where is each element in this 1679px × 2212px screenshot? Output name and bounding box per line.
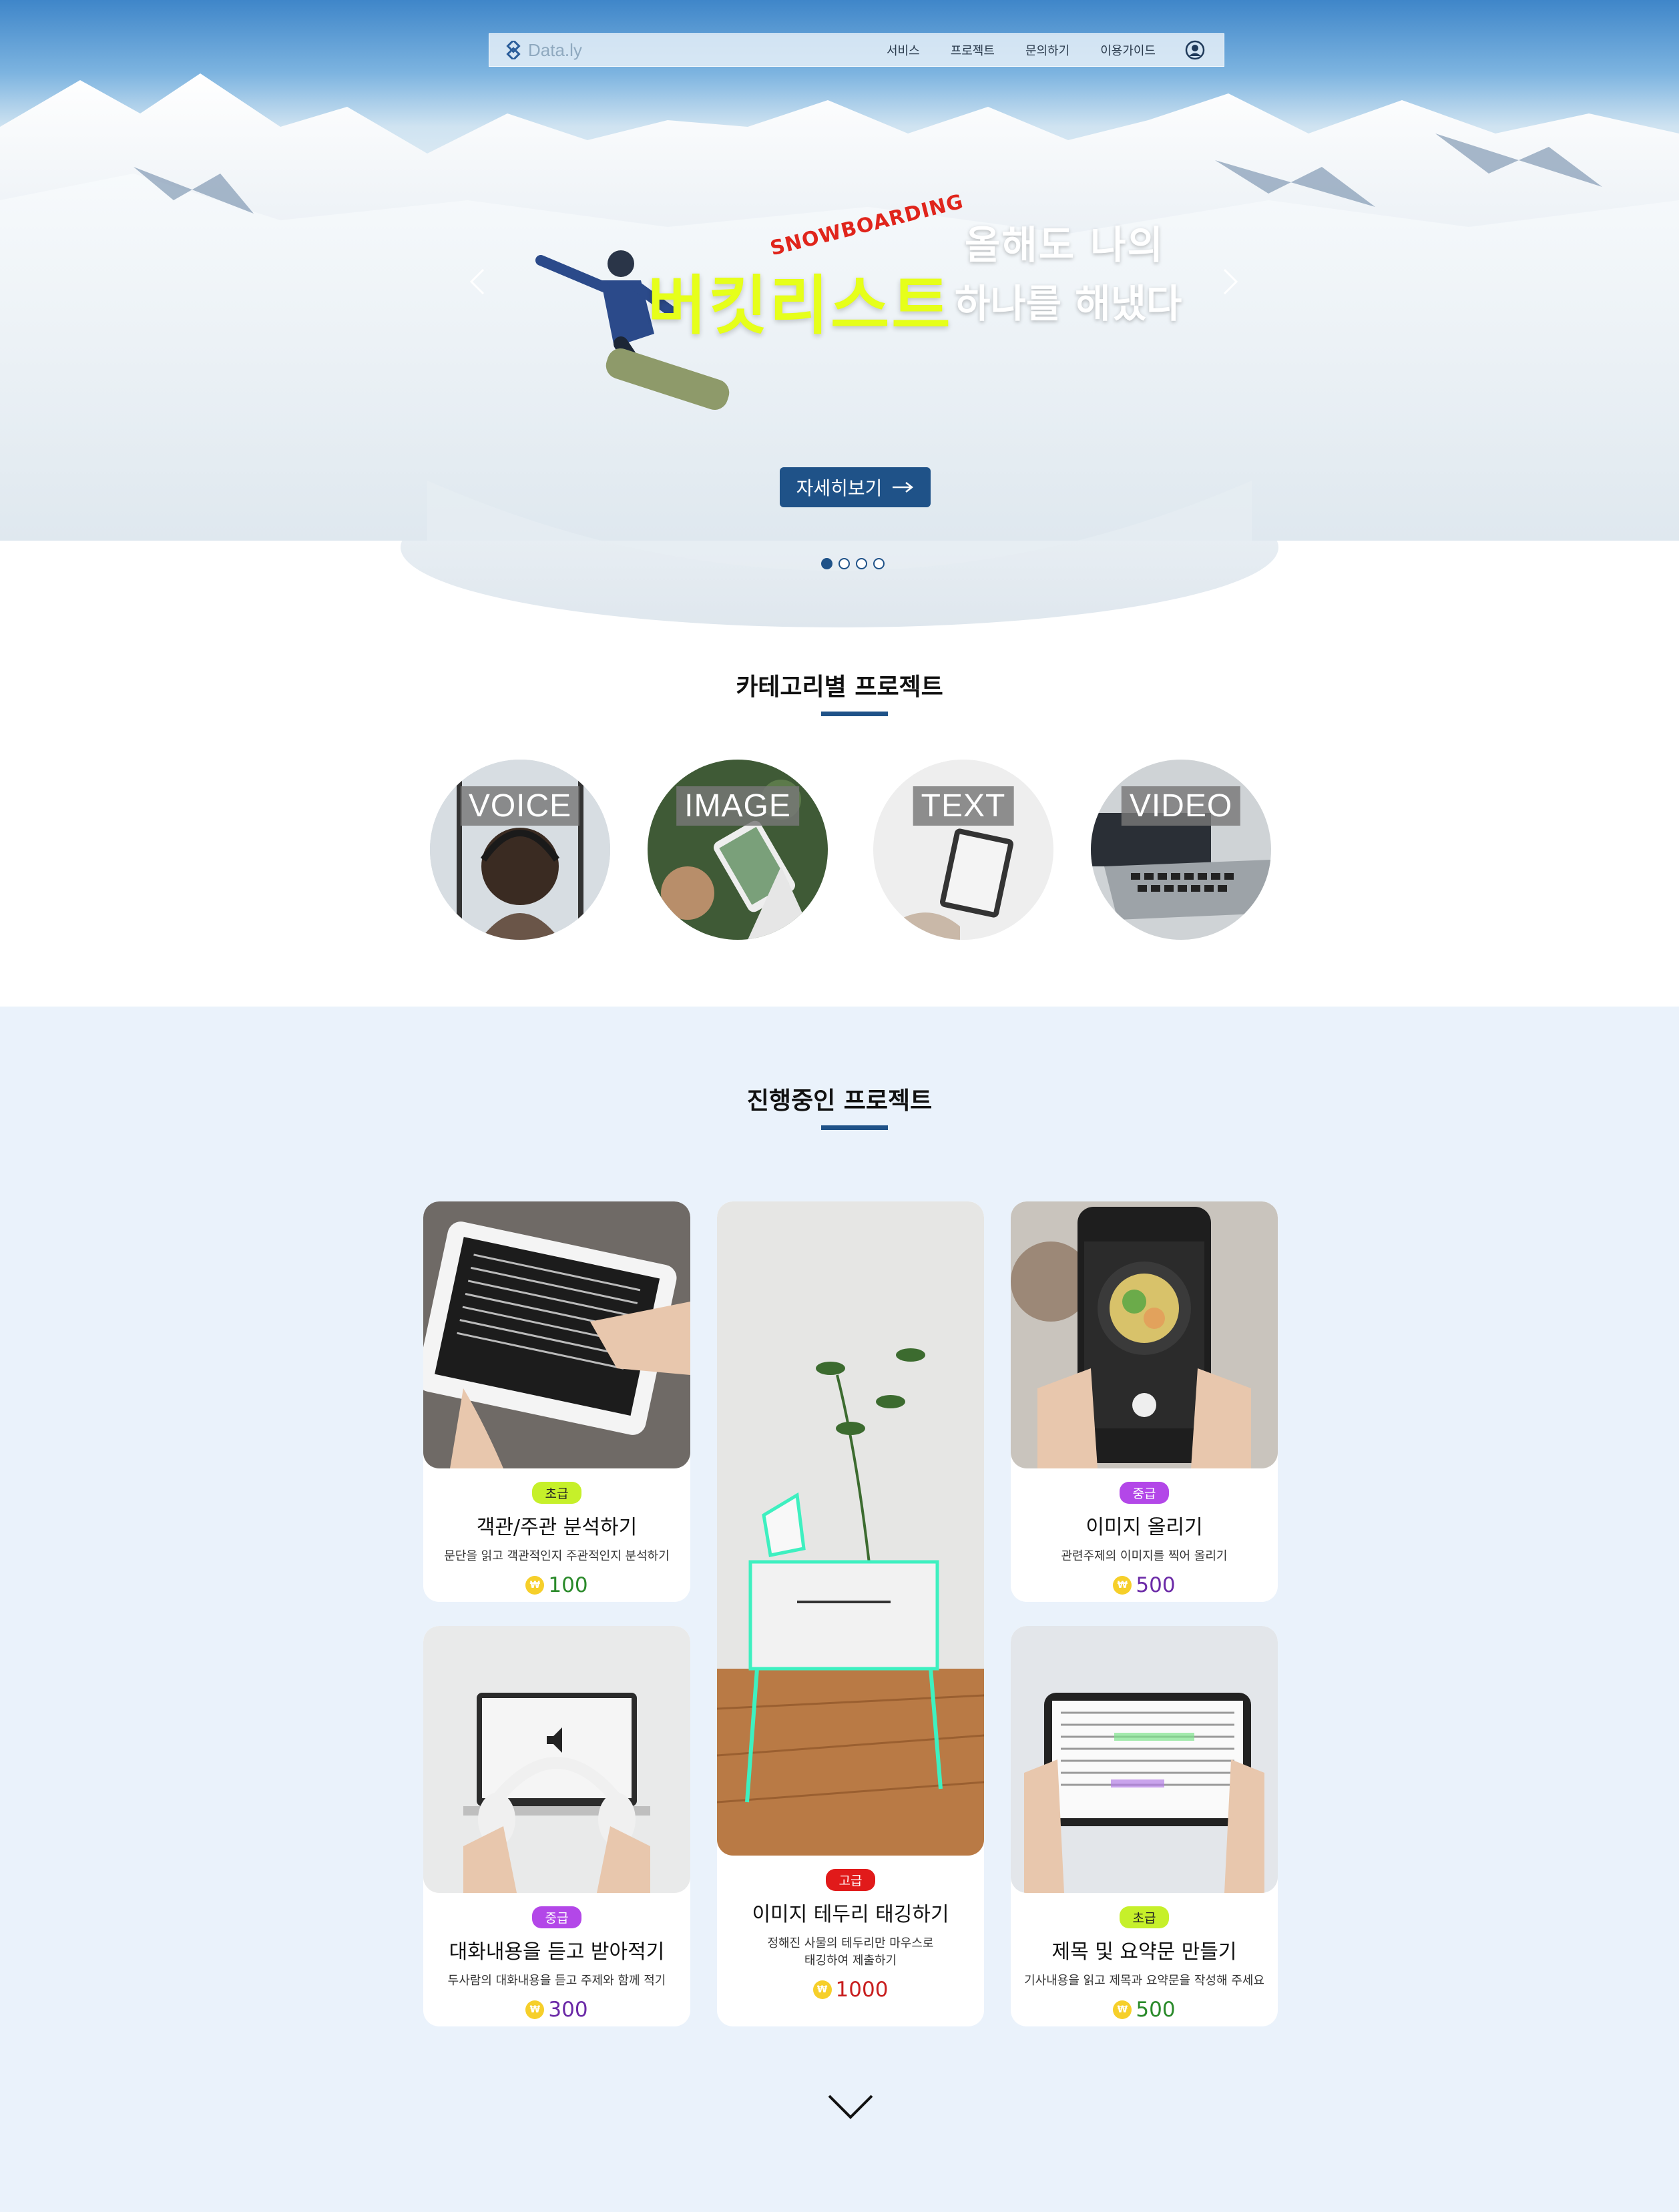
- tablet-article-photo: [1011, 1626, 1278, 1893]
- category-title-underline: [821, 712, 888, 716]
- level-badge: 초급: [1119, 1906, 1170, 1928]
- category-text-label: TEXT: [913, 786, 1014, 826]
- card-image: [717, 1201, 984, 1856]
- card-body: 중급 이미지 올리기 관련주제의 이미지를 찍어 올리기 ₩ 500: [1011, 1482, 1278, 1597]
- category-video[interactable]: VIDEO: [1091, 760, 1271, 940]
- phone-food-photo: [1011, 1201, 1278, 1468]
- project-card[interactable]: 중급 대화내용을 듣고 받아적기 두사람의 대화내용을 듣고 주제와 함께 적기…: [423, 1626, 690, 2026]
- coin-icon: ₩: [525, 1576, 545, 1595]
- arrow-right-icon: [893, 482, 914, 493]
- card-title: 대화내용을 듣고 받아적기: [449, 1940, 665, 1964]
- card-title: 이미지 올리기: [1086, 1516, 1203, 1539]
- level-badge: 초급: [531, 1482, 582, 1504]
- chevron-left-icon[interactable]: [467, 267, 487, 296]
- category-voice[interactable]: VOICE: [430, 760, 610, 940]
- hero-line1: 올해도 나의: [965, 222, 1164, 268]
- card-image: [1011, 1626, 1278, 1893]
- chevron-right-icon[interactable]: [1220, 267, 1240, 296]
- card-reward: ₩ 300: [423, 1998, 690, 2022]
- user-account-icon[interactable]: [1185, 40, 1205, 60]
- card-description: 문단을 읽고 객관적인지 주관적인지 분석하기: [444, 1549, 670, 1563]
- card-reward: ₩ 500: [1011, 1998, 1278, 2022]
- slide-dot[interactable]: [838, 558, 850, 569]
- laptop-headphones-photo: [423, 1626, 690, 1893]
- slide-dot[interactable]: [856, 558, 867, 569]
- category-voice-label: VOICE: [460, 786, 580, 826]
- card-image: [423, 1201, 690, 1468]
- projects-section-title: 진행중인 프로젝트: [746, 1087, 933, 1115]
- projects-section: 진행중인 프로젝트 초급 객관/주관 분석하기 문단을 읽고 객관적인지 주관적…: [0, 1007, 1679, 2212]
- coin-icon: ₩: [812, 1980, 832, 1999]
- coin-icon: ₩: [1113, 1576, 1132, 1595]
- hero-line2: 하나를 해냈다: [955, 281, 1182, 326]
- project-card[interactable]: 고급 이미지 테두리 태깅하기 정해진 사물의 테두리만 마우스로 태깅하여 제…: [717, 1201, 984, 2026]
- detail-button[interactable]: 자세히보기: [780, 467, 931, 507]
- hero-banner: Data.ly 서비스 프로젝트 문의하기 이용가이드 SNOWBOARDING…: [0, 0, 1679, 627]
- card-title: 제목 및 요약문 만들기: [1051, 1940, 1237, 1964]
- card-body: 고급 이미지 테두리 태깅하기 정해진 사물의 테두리만 마우스로 태깅하여 제…: [717, 1869, 984, 2002]
- slide-dot[interactable]: [873, 558, 885, 569]
- nav-item-guide[interactable]: 이용가이드: [1100, 41, 1156, 59]
- projects-title-underline: [821, 1125, 888, 1130]
- nav-item-project[interactable]: 프로젝트: [951, 41, 995, 59]
- detail-button-label: 자세히보기: [796, 477, 883, 499]
- coin-icon: ₩: [1113, 2000, 1132, 2019]
- level-badge: 고급: [825, 1869, 876, 1891]
- reward-points: 300: [548, 1998, 588, 2022]
- reward-points: 100: [548, 1573, 588, 1597]
- slide-indicator: [821, 558, 885, 569]
- level-badge: 중급: [1119, 1482, 1170, 1504]
- coin-icon: ₩: [525, 2000, 545, 2019]
- card-description: 정해진 사물의 테두리만 마우스로 태깅하여 제출하기: [717, 1935, 984, 1970]
- chevron-down-icon[interactable]: [826, 2093, 875, 2121]
- category-video-label: VIDEO: [1121, 786, 1241, 826]
- nav-item-service[interactable]: 서비스: [887, 41, 920, 59]
- card-body: 초급 제목 및 요약문 만들기 기사내용을 읽고 제목과 요약문을 작성해 주세…: [1011, 1906, 1278, 2022]
- card-description-line2: 태깅하여 제출하기: [804, 1954, 897, 1968]
- reward-points: 500: [1136, 1998, 1176, 2022]
- card-description: 기사내용을 읽고 제목과 요약문을 작성해 주세요: [1024, 1974, 1264, 1988]
- tablet-reading-photo: [423, 1201, 690, 1468]
- nav-menu: 서비스 프로젝트 문의하기 이용가이드: [856, 40, 1205, 60]
- card-title: 이미지 테두리 태깅하기: [752, 1903, 949, 1926]
- reward-points: 1000: [835, 1978, 889, 2002]
- hero-bucketlist: 버킷리스트: [648, 268, 953, 343]
- project-card[interactable]: 초급 객관/주관 분석하기 문단을 읽고 객관적인지 주관적인지 분석하기 ₩ …: [423, 1201, 690, 1602]
- card-description-line1: 정해진 사물의 테두리만 마우스로: [767, 1936, 934, 1950]
- logo-icon: [506, 41, 521, 59]
- slide-dot[interactable]: [821, 558, 832, 569]
- project-card[interactable]: 초급 제목 및 요약문 만들기 기사내용을 읽고 제목과 요약문을 작성해 주세…: [1011, 1626, 1278, 2026]
- nav-item-contact[interactable]: 문의하기: [1025, 41, 1069, 59]
- level-badge: 중급: [531, 1906, 582, 1928]
- card-reward: ₩ 500: [1011, 1573, 1278, 1597]
- card-description: 두사람의 대화내용을 듣고 주제와 함께 적기: [447, 1974, 666, 1988]
- project-card[interactable]: 중급 이미지 올리기 관련주제의 이미지를 찍어 올리기 ₩ 500: [1011, 1201, 1278, 1602]
- category-text[interactable]: TEXT: [873, 760, 1053, 940]
- category-image-label: IMAGE: [676, 786, 799, 826]
- logo-text: Data.ly: [528, 39, 582, 60]
- nightstand-photo: [717, 1201, 984, 1856]
- category-image[interactable]: IMAGE: [648, 760, 828, 940]
- card-description: 관련주제의 이미지를 찍어 올리기: [1061, 1549, 1228, 1563]
- hero-tag: SNOWBOARDING: [768, 190, 966, 261]
- hero-headline: SNOWBOARDING 올해도 나의 버킷리스트 하나를 해냈다: [634, 190, 1182, 360]
- card-body: 중급 대화내용을 듣고 받아적기 두사람의 대화내용을 듣고 주제와 함께 적기…: [423, 1906, 690, 2022]
- logo[interactable]: Data.ly: [504, 40, 582, 61]
- card-reward: ₩ 100: [423, 1573, 690, 1597]
- card-reward: ₩ 1000: [717, 1978, 984, 2002]
- category-section-title: 카테고리별 프로젝트: [736, 673, 943, 701]
- top-navigation: Data.ly 서비스 프로젝트 문의하기 이용가이드: [489, 33, 1224, 67]
- card-title: 객관/주관 분석하기: [476, 1516, 638, 1539]
- card-image: [423, 1626, 690, 1893]
- reward-points: 500: [1136, 1573, 1176, 1597]
- card-body: 초급 객관/주관 분석하기 문단을 읽고 객관적인지 주관적인지 분석하기 ₩ …: [423, 1482, 690, 1597]
- card-image: [1011, 1201, 1278, 1468]
